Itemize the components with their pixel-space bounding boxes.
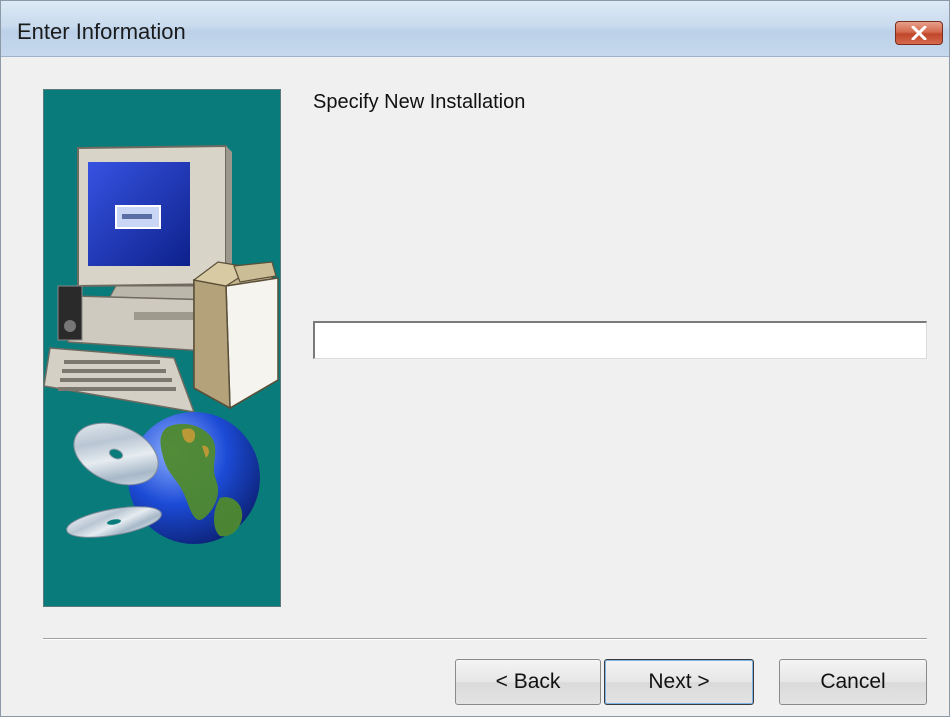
dialog-window: Enter Information Specify New Installati… — [0, 0, 950, 717]
cancel-button[interactable]: Cancel — [779, 659, 927, 705]
prompt-label: Specify New Installation — [313, 91, 526, 113]
next-button[interactable]: Next > — [604, 659, 754, 705]
close-icon — [911, 26, 927, 40]
title-bar[interactable]: Enter Information — [1, 1, 949, 57]
close-button[interactable] — [895, 21, 943, 45]
installation-name-input[interactable] — [313, 321, 927, 359]
back-button-label: < Back — [495, 670, 561, 693]
window-title: Enter Information — [17, 19, 186, 44]
back-button[interactable]: < Back — [455, 659, 601, 705]
next-button-label: Next > — [648, 670, 710, 693]
installer-artwork — [43, 89, 281, 607]
software-box-icon — [192, 261, 279, 410]
cancel-button-label: Cancel — [820, 670, 886, 693]
divider — [43, 638, 927, 640]
